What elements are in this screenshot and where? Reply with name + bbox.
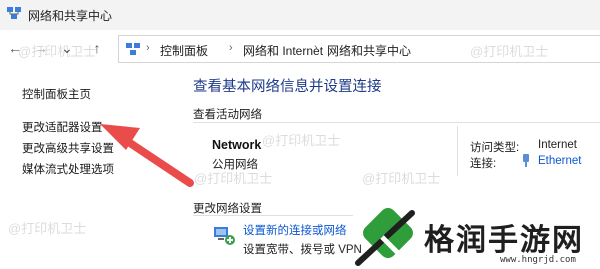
watermark: @打印机卫士 bbox=[262, 133, 341, 148]
title-bar: 网络和共享中心 bbox=[0, 0, 600, 30]
brand-logo: 格润手游网 www.hngrjd.com bbox=[350, 205, 600, 269]
breadcrumb-sharing-center[interactable]: 网络和共享中心 bbox=[327, 42, 411, 59]
sidebar-item-change-adapter-settings[interactable]: 更改适配器设置 bbox=[22, 119, 103, 135]
access-type-label: 访问类型: bbox=[470, 142, 520, 154]
setup-new-connection-link[interactable]: 设置新的连接或网络 bbox=[243, 222, 347, 238]
ethernet-link[interactable]: Ethernet bbox=[538, 155, 581, 167]
brand-logo-icon bbox=[355, 208, 415, 266]
watermark: @打印机卫士 bbox=[8, 221, 87, 236]
network-name: Network bbox=[212, 138, 262, 152]
connections-label: 连接: bbox=[470, 158, 497, 170]
divider bbox=[193, 122, 600, 123]
network-center-icon bbox=[7, 7, 21, 19]
watermark: @打印机卫士 bbox=[194, 171, 273, 186]
watermark: @打印机卫士 bbox=[18, 44, 97, 59]
sidebar-item-media-streaming[interactable]: 媒体流式处理选项 bbox=[22, 161, 114, 177]
brand-url: www.hngrjd.com bbox=[500, 255, 576, 265]
ethernet-icon bbox=[523, 154, 529, 167]
breadcrumb-separator: › bbox=[229, 42, 233, 54]
watermark: @打印机卫士 bbox=[470, 44, 549, 59]
breadcrumb-network-internet[interactable]: 网络和 Internet bbox=[243, 42, 323, 59]
divider bbox=[457, 126, 458, 176]
change-settings-heading: 更改网络设置 bbox=[193, 203, 262, 215]
new-connection-icon bbox=[214, 227, 235, 245]
setup-new-connection-description: 设置宽带、拨号或 VPN bbox=[243, 244, 362, 256]
watermark: @打印机卫士 bbox=[362, 171, 441, 186]
window-title: 网络和共享中心 bbox=[28, 9, 113, 23]
sidebar-item-advanced-sharing[interactable]: 更改高级共享设置 bbox=[22, 140, 114, 156]
access-type-value: Internet bbox=[538, 139, 577, 151]
brand-name: 格润手游网 bbox=[424, 223, 584, 258]
sidebar-item-control-panel-home[interactable]: 控制面板主页 bbox=[22, 86, 91, 102]
divider bbox=[193, 215, 353, 216]
breadcrumb-separator: › bbox=[314, 42, 318, 54]
control-panel-icon bbox=[126, 43, 140, 55]
breadcrumb-separator: › bbox=[146, 42, 150, 54]
page-title: 查看基本网络信息并设置连接 bbox=[193, 79, 382, 95]
breadcrumb-control-panel[interactable]: 控制面板 bbox=[160, 42, 208, 59]
active-networks-heading: 查看活动网络 bbox=[193, 109, 262, 121]
